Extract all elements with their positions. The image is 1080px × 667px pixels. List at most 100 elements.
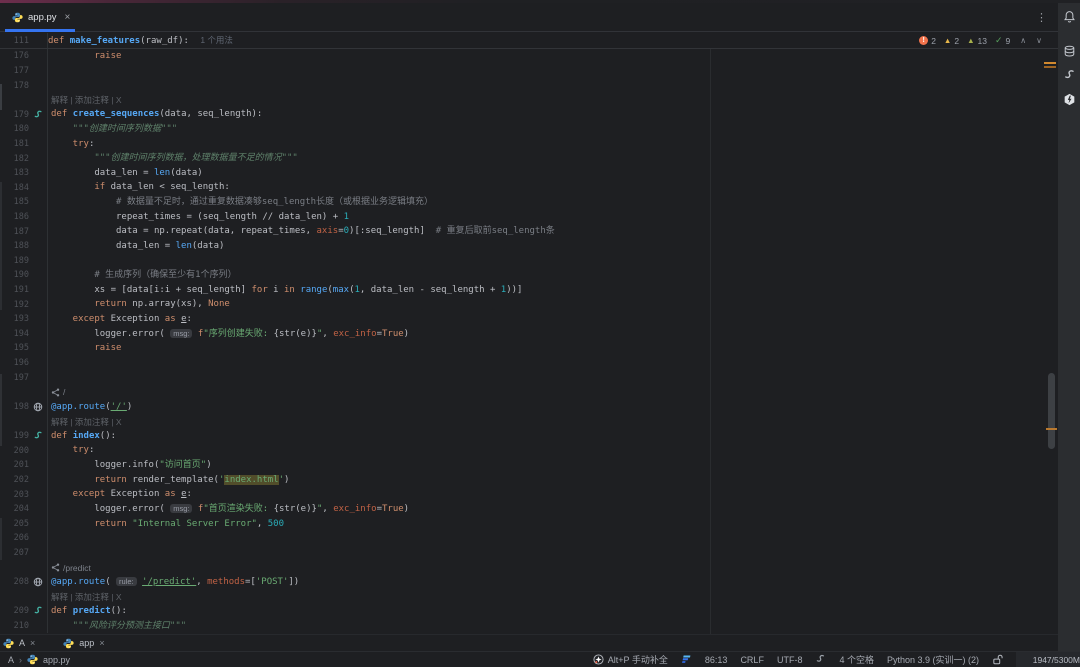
line-number[interactable]: 202 bbox=[0, 475, 29, 485]
code-text[interactable]: """创建时间序列数据，处理数据量不足的情况""" bbox=[48, 151, 298, 166]
gutter[interactable]: 208 bbox=[0, 575, 48, 590]
code-text[interactable]: try: bbox=[48, 443, 94, 458]
gutter[interactable]: 187 bbox=[0, 224, 48, 239]
ai-inline-actions[interactable]: 解释 | 添加注释 | X bbox=[48, 416, 122, 428]
line-number[interactable]: 183 bbox=[0, 168, 29, 178]
ai-status-icon-item[interactable] bbox=[815, 654, 826, 665]
code-text[interactable]: except Exception as e: bbox=[48, 312, 192, 327]
line-number[interactable]: 190 bbox=[0, 270, 29, 280]
gutter[interactable]: 206 bbox=[0, 531, 48, 546]
code-text[interactable]: # 生成序列（确保至少有1个序列） bbox=[48, 268, 237, 283]
line-number[interactable]: 194 bbox=[0, 329, 29, 339]
code-text[interactable]: return render_template('index.html') bbox=[48, 473, 289, 488]
database-icon[interactable] bbox=[1062, 44, 1076, 58]
gutter[interactable]: 210 bbox=[0, 619, 48, 634]
run-tab-a[interactable]: A × bbox=[3, 638, 35, 649]
line-number[interactable]: 210 bbox=[0, 621, 29, 631]
gutter[interactable] bbox=[0, 560, 48, 575]
run-tab-app[interactable]: app × bbox=[63, 638, 104, 649]
notifications-bell-icon[interactable] bbox=[1062, 9, 1076, 23]
gutter[interactable]: 199 bbox=[0, 429, 48, 444]
gutter[interactable]: 202 bbox=[0, 473, 48, 488]
line-number[interactable]: 208 bbox=[0, 577, 29, 587]
line-number[interactable]: 191 bbox=[0, 285, 29, 295]
gutter[interactable]: 177 bbox=[0, 64, 48, 79]
code-text[interactable]: except Exception as e: bbox=[48, 487, 192, 502]
code-text[interactable]: """风险评分预测主接口""" bbox=[48, 619, 186, 634]
code-text[interactable]: return "Internal Server Error", 500 bbox=[48, 517, 284, 532]
scrollbar-thumb[interactable] bbox=[1048, 373, 1055, 449]
sticky-line-make-features[interactable]: 111 def make_features(raw_df): 1 个用法 !2 … bbox=[0, 33, 1058, 49]
plugin-flag-status[interactable] bbox=[681, 654, 692, 665]
line-number[interactable]: 195 bbox=[0, 343, 29, 353]
gutter[interactable]: 176 bbox=[0, 49, 48, 64]
gutter[interactable]: 197 bbox=[0, 370, 48, 385]
code-text[interactable]: raise bbox=[48, 341, 121, 356]
route-globe-icon[interactable] bbox=[29, 575, 46, 590]
indent-setting[interactable]: 4 个空格 bbox=[839, 653, 874, 666]
gutter[interactable]: 188 bbox=[0, 239, 48, 254]
line-number[interactable]: 181 bbox=[0, 139, 29, 149]
route-url-inlay[interactable]: / bbox=[48, 387, 65, 397]
line-number[interactable]: 188 bbox=[0, 241, 29, 251]
line-number[interactable]: 207 bbox=[0, 548, 29, 558]
gutter[interactable]: 204 bbox=[0, 502, 48, 517]
ai-gutter-icon[interactable] bbox=[29, 429, 46, 444]
line-number[interactable]: 179 bbox=[0, 110, 29, 120]
ai-plugin-icon[interactable] bbox=[1062, 68, 1076, 82]
line-number[interactable]: 198 bbox=[0, 402, 29, 412]
code-text[interactable]: data_len = len(data) bbox=[48, 239, 224, 254]
navigation-bar[interactable]: A › app.py bbox=[0, 654, 70, 665]
tab-app-py[interactable]: app.py × bbox=[0, 3, 80, 31]
gutter[interactable]: 186 bbox=[0, 210, 48, 225]
code-text[interactable]: data_len = len(data) bbox=[48, 166, 203, 181]
line-number[interactable]: 197 bbox=[0, 373, 29, 383]
warning-count[interactable]: ▲2 bbox=[944, 36, 959, 46]
line-number[interactable]: 205 bbox=[0, 519, 29, 529]
line-number[interactable]: 201 bbox=[0, 460, 29, 470]
code-text[interactable]: return np.array(xs), None bbox=[48, 297, 230, 312]
gutter[interactable]: 191 bbox=[0, 283, 48, 298]
line-number[interactable]: 193 bbox=[0, 314, 29, 324]
code-text[interactable]: data = np.repeat(data, repeat_times, axi… bbox=[48, 224, 555, 239]
run-tab-close-icon[interactable]: × bbox=[99, 638, 104, 648]
ai-gutter-icon[interactable] bbox=[29, 107, 46, 122]
gutter[interactable]: 192 bbox=[0, 297, 48, 312]
gutter[interactable]: 184 bbox=[0, 180, 48, 195]
lock-status[interactable] bbox=[992, 654, 1003, 665]
gutter[interactable]: 185 bbox=[0, 195, 48, 210]
more-options-icon[interactable]: ⋮ bbox=[1036, 11, 1047, 24]
nav-file[interactable]: app.py bbox=[43, 655, 70, 665]
line-number[interactable]: 182 bbox=[0, 154, 29, 164]
gutter[interactable]: 179 bbox=[0, 107, 48, 122]
code-editor[interactable]: 111 def make_features(raw_df): 1 个用法 !2 … bbox=[0, 33, 1058, 634]
line-number[interactable]: 200 bbox=[0, 446, 29, 456]
gutter[interactable]: 201 bbox=[0, 458, 48, 473]
line-number[interactable]: 209 bbox=[0, 606, 29, 616]
gutter[interactable]: 196 bbox=[0, 356, 48, 371]
code-text[interactable]: @app.route( rule: '/predict', methods=['… bbox=[48, 575, 299, 590]
gutter[interactable] bbox=[0, 414, 48, 429]
line-number[interactable]: 203 bbox=[0, 490, 29, 500]
line-number[interactable]: 192 bbox=[0, 300, 29, 310]
assistant-badge-icon[interactable] bbox=[1062, 92, 1076, 106]
gutter[interactable] bbox=[0, 385, 48, 400]
line-number[interactable]: 196 bbox=[0, 358, 29, 368]
tab-close-icon[interactable]: × bbox=[65, 12, 71, 23]
gutter[interactable]: 194 bbox=[0, 327, 48, 342]
sticky-code-text[interactable]: def make_features(raw_df): 1 个用法 bbox=[48, 33, 233, 49]
gutter[interactable]: 180 bbox=[0, 122, 48, 137]
gutter[interactable]: 209 bbox=[0, 604, 48, 619]
error-count[interactable]: !2 bbox=[919, 36, 936, 46]
gutter[interactable]: 195 bbox=[0, 341, 48, 356]
gutter[interactable]: 189 bbox=[0, 254, 48, 269]
passed-count[interactable]: ✓9 bbox=[995, 35, 1010, 46]
line-number[interactable]: 180 bbox=[0, 124, 29, 134]
ai-completion-status[interactable]: Alt+P 手动补全 bbox=[593, 653, 668, 666]
gutter[interactable]: 193 bbox=[0, 312, 48, 327]
gutter[interactable]: 181 bbox=[0, 137, 48, 152]
line-number[interactable]: 206 bbox=[0, 533, 29, 543]
gutter[interactable]: 190 bbox=[0, 268, 48, 283]
caret-position[interactable]: 86:13 bbox=[705, 655, 728, 665]
gutter[interactable]: 178 bbox=[0, 78, 48, 93]
